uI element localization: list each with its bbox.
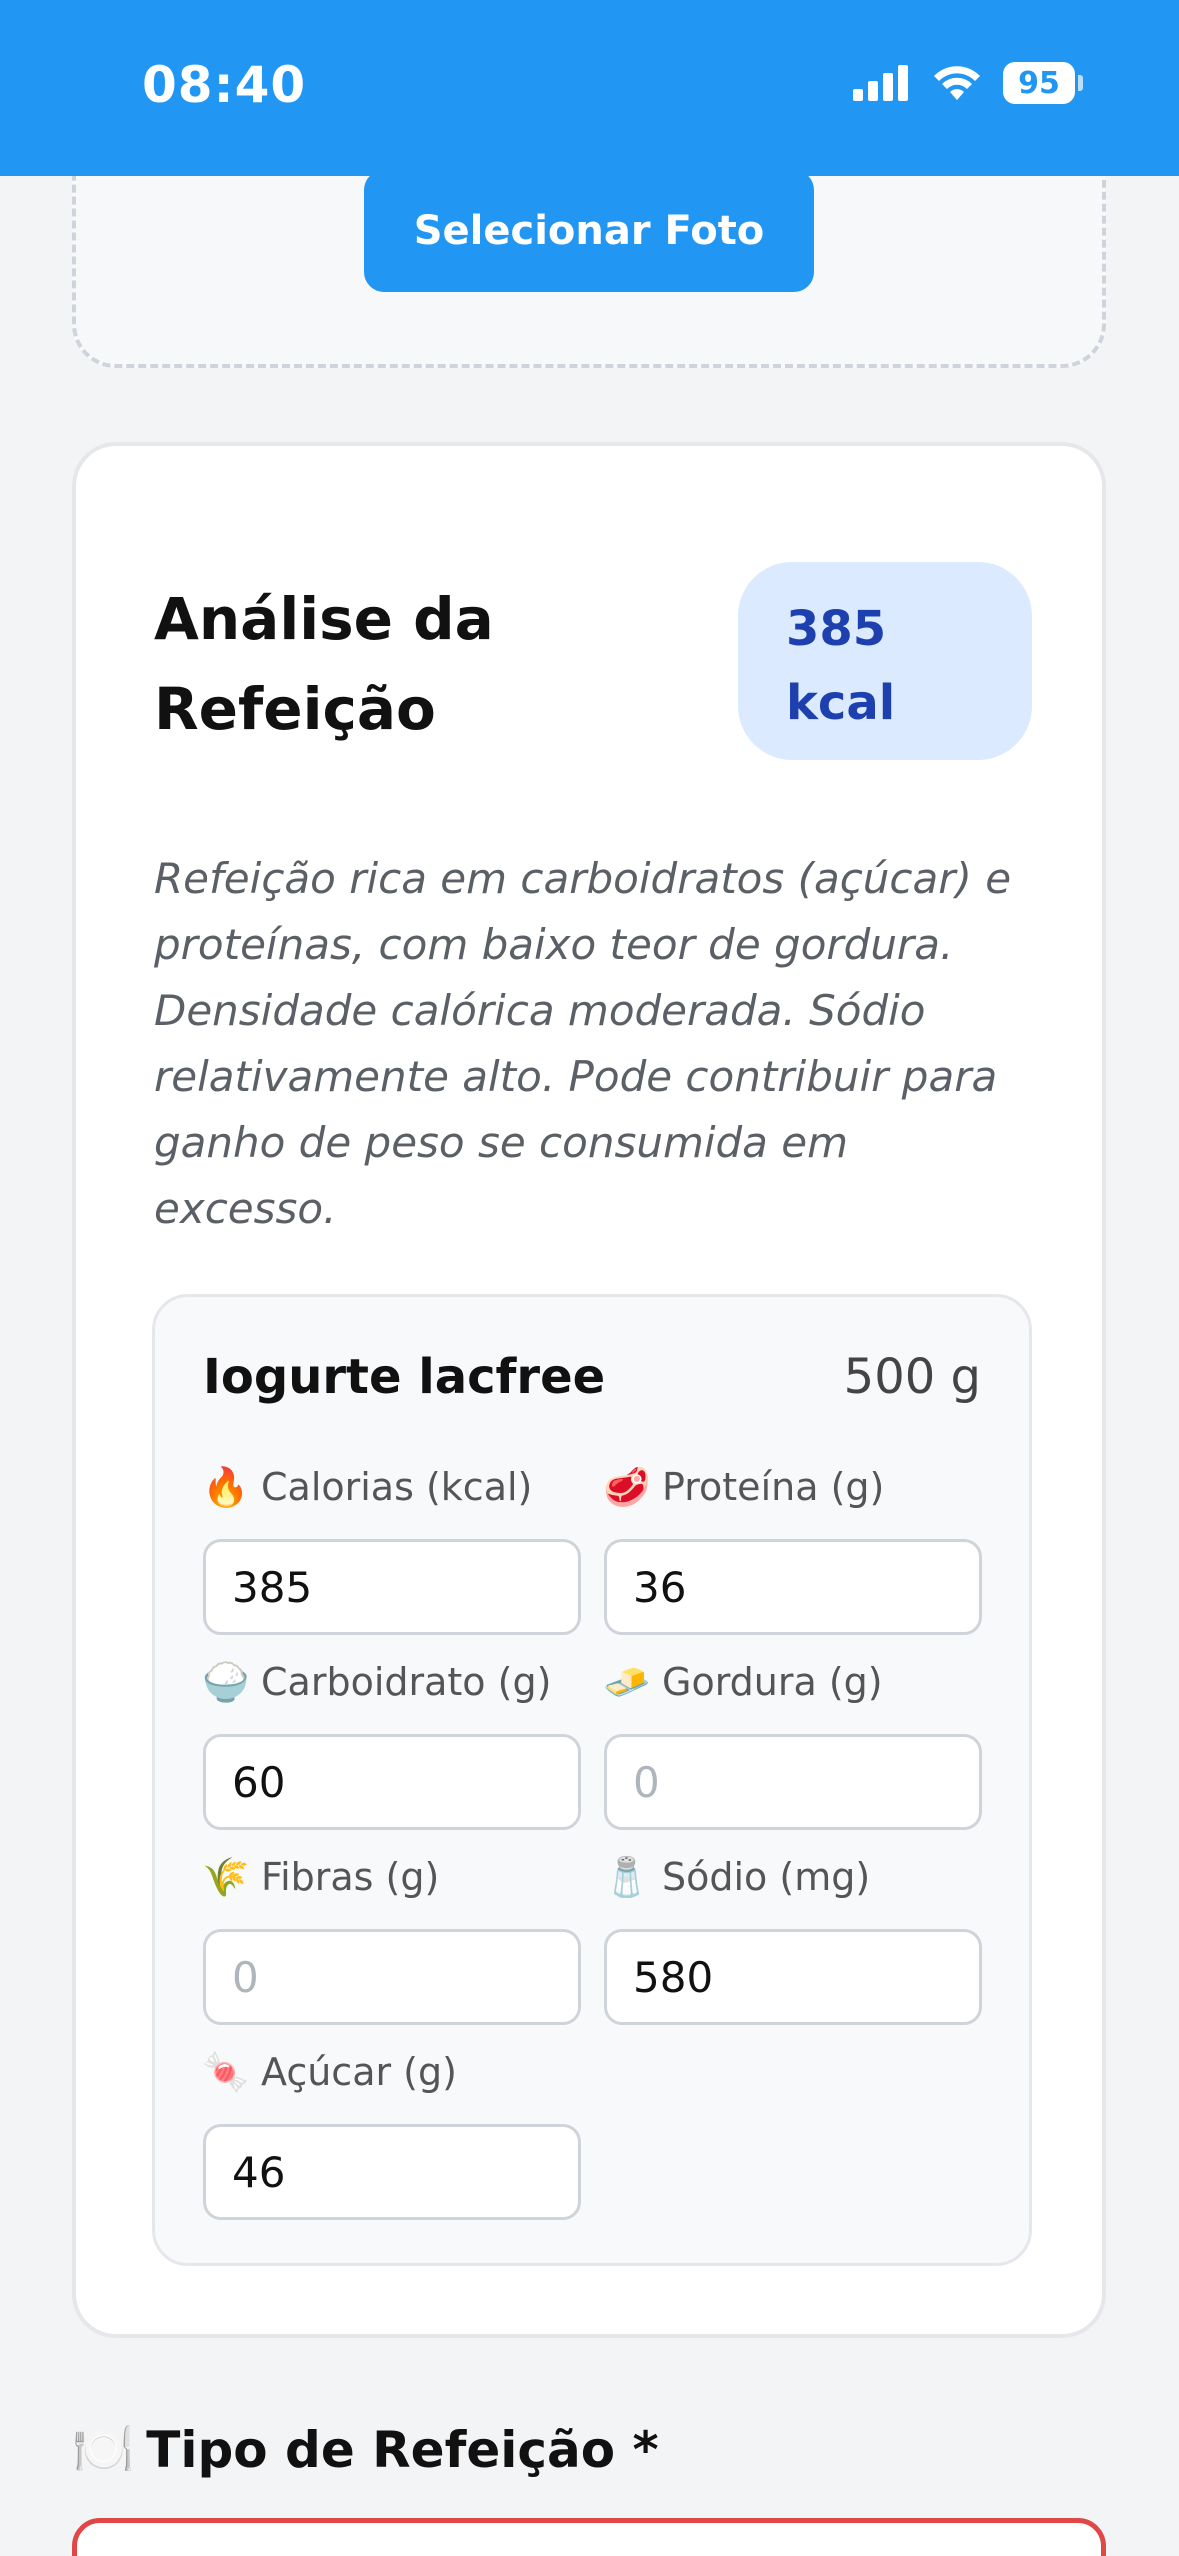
meal-type-label: Tipo de Refeição * [146, 2420, 659, 2479]
kcal-unit: kcal [786, 675, 896, 731]
salt-shaker-icon: 🧂 [603, 1854, 651, 1899]
sodium-input[interactable] [604, 1929, 982, 2025]
food-weight: 500 g [843, 1349, 981, 1405]
carbs-input[interactable] [203, 1734, 581, 1830]
select-photo-button[interactable]: Selecionar Foto [364, 170, 814, 292]
meal-type-select[interactable] [72, 2518, 1106, 2556]
calories-field: 🔥 Calorias (kcal) [202, 1457, 581, 1635]
protein-input[interactable] [604, 1539, 982, 1635]
cellular-signal-icon [853, 65, 908, 101]
meal-analysis-card: Análise da Refeição 385 kcal Refeição ri… [72, 442, 1106, 2338]
sodium-label: Sódio (mg) [662, 1855, 871, 1899]
food-name: Iogurte lacfree [203, 1349, 606, 1405]
kcal-value: 385 [786, 601, 887, 657]
carbs-label: Carboidrato (g) [261, 1660, 552, 1704]
butter-icon: 🧈 [603, 1659, 651, 1704]
wifi-icon [934, 66, 980, 100]
rice-icon: 🍚 [202, 1659, 250, 1704]
fat-label: Gordura (g) [662, 1660, 883, 1704]
protein-field: 🥩 Proteína (g) [603, 1457, 982, 1635]
fiber-input[interactable] [203, 1929, 581, 2025]
candy-icon: 🍬 [202, 2049, 250, 2094]
status-bar: 08:40 95 [0, 0, 1179, 176]
kcal-badge: 385 kcal [738, 562, 1032, 760]
plate-icon: 🍽️ [72, 2420, 135, 2478]
fat-field: 🧈 Gordura (g) [603, 1652, 982, 1830]
meal-type-heading: 🍽️ Tipo de Refeição * [72, 2420, 659, 2479]
meat-icon: 🥩 [603, 1464, 651, 1509]
sugar-label: Açúcar (g) [261, 2050, 457, 2094]
carbs-field: 🍚 Carboidrato (g) [202, 1652, 581, 1830]
calories-label: Calorias (kcal) [261, 1465, 533, 1509]
protein-label: Proteína (g) [662, 1465, 885, 1509]
analysis-description: Refeição rica em carboidratos (açúcar) e… [154, 854, 1012, 1233]
battery-icon: 95 [1003, 62, 1083, 104]
status-time: 08:40 [142, 56, 307, 114]
fiber-label: Fibras (g) [261, 1855, 440, 1899]
sugar-field: 🍬 Açúcar (g) [202, 2042, 581, 2220]
fat-input[interactable] [604, 1734, 982, 1830]
wheat-icon: 🌾 [202, 1854, 250, 1899]
food-item-panel: Iogurte lacfree 500 g 🔥 Calorias (kcal) … [152, 1294, 1032, 2266]
sodium-field: 🧂 Sódio (mg) [603, 1847, 982, 2025]
calories-input[interactable] [203, 1539, 581, 1635]
sugar-input[interactable] [203, 2124, 581, 2220]
screen: 08:40 95 Selecionar Foto Análise da Refe… [0, 0, 1179, 2556]
analysis-title: Análise da Refeição [154, 585, 494, 743]
fiber-field: 🌾 Fibras (g) [202, 1847, 581, 2025]
status-icons: 95 [853, 62, 1083, 104]
fire-icon: 🔥 [202, 1464, 250, 1509]
